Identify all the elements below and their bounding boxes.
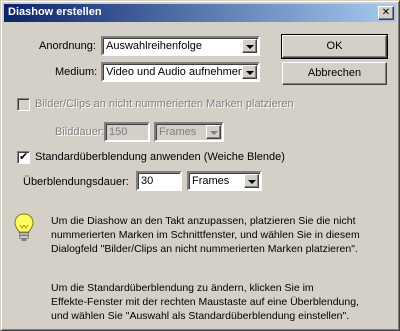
transition-duration-label: Überblendungsdauer: xyxy=(23,176,129,188)
default-transition-label: Standardüberblendung anwenden (Weiche Bl… xyxy=(35,151,285,163)
chevron-down-icon[interactable] xyxy=(206,125,221,139)
medium-label: Medium: xyxy=(55,66,98,78)
window-title: Diashow erstellen xyxy=(8,6,102,18)
anordnung-label: Anordnung: xyxy=(39,40,96,52)
place-unnumbered-label: Bilder/Clips an nicht nummerierten Marke… xyxy=(35,98,294,110)
tip-line: Um die Standardüberblendung zu ändern, k… xyxy=(51,282,314,294)
ok-button[interactable]: OK xyxy=(281,34,388,59)
cancel-button[interactable]: Abbrechen xyxy=(282,62,387,85)
bilddauer-input[interactable]: 150 xyxy=(104,122,150,142)
transition-duration-input[interactable]: 30 xyxy=(136,171,182,191)
medium-value: Video und Audio aufnehmen xyxy=(106,66,245,78)
tip-line: Um die Diashow an den Takt anzupassen, p… xyxy=(51,215,356,227)
transition-unit-dropdown[interactable]: Frames xyxy=(187,171,262,191)
tip-line: nummerierten Marken im Schnittfenster, u… xyxy=(51,229,360,241)
tip-line: Effekte-Fenster mit der rechten Maustast… xyxy=(51,296,359,308)
dialog-window: Diashow erstellen ✕ Anordnung: Auswahlre… xyxy=(0,0,400,331)
bilddauer-label: Bilddauer: xyxy=(55,126,105,138)
chevron-down-icon[interactable] xyxy=(242,65,257,79)
transition-duration-value: 30 xyxy=(141,175,154,187)
place-unnumbered-checkbox[interactable] xyxy=(17,98,30,111)
chevron-down-icon[interactable] xyxy=(242,39,257,53)
bilddauer-unit-value: Frames xyxy=(159,126,197,138)
tip-line: Dialogfeld "Bilder/Clips an nicht nummer… xyxy=(51,243,358,255)
chevron-down-icon[interactable] xyxy=(244,174,259,188)
close-button[interactable]: ✕ xyxy=(378,6,394,20)
bilddauer-value: 150 xyxy=(109,126,128,138)
tip-default-transition: Um die Standardüberblendung zu ändern, k… xyxy=(51,281,381,323)
anordnung-dropdown[interactable]: Auswahlreihenfolge xyxy=(101,36,260,56)
medium-dropdown[interactable]: Video und Audio aufnehmen xyxy=(101,62,260,82)
lightbulb-icon xyxy=(14,213,34,241)
checkmark-icon: ✔ xyxy=(19,151,29,163)
title-bar[interactable]: Diashow erstellen ✕ xyxy=(4,4,396,22)
tip-beat-sync: Um die Diashow an den Takt anzupassen, p… xyxy=(51,214,381,256)
anordnung-value: Auswahlreihenfolge xyxy=(106,40,203,52)
transition-unit-value: Frames xyxy=(192,175,230,187)
default-transition-checkbox[interactable]: ✔ xyxy=(17,151,30,164)
bilddauer-unit-dropdown[interactable]: Frames xyxy=(154,122,224,142)
tip-line: und wählen Sie "Auswahl als Standardüber… xyxy=(51,310,350,322)
